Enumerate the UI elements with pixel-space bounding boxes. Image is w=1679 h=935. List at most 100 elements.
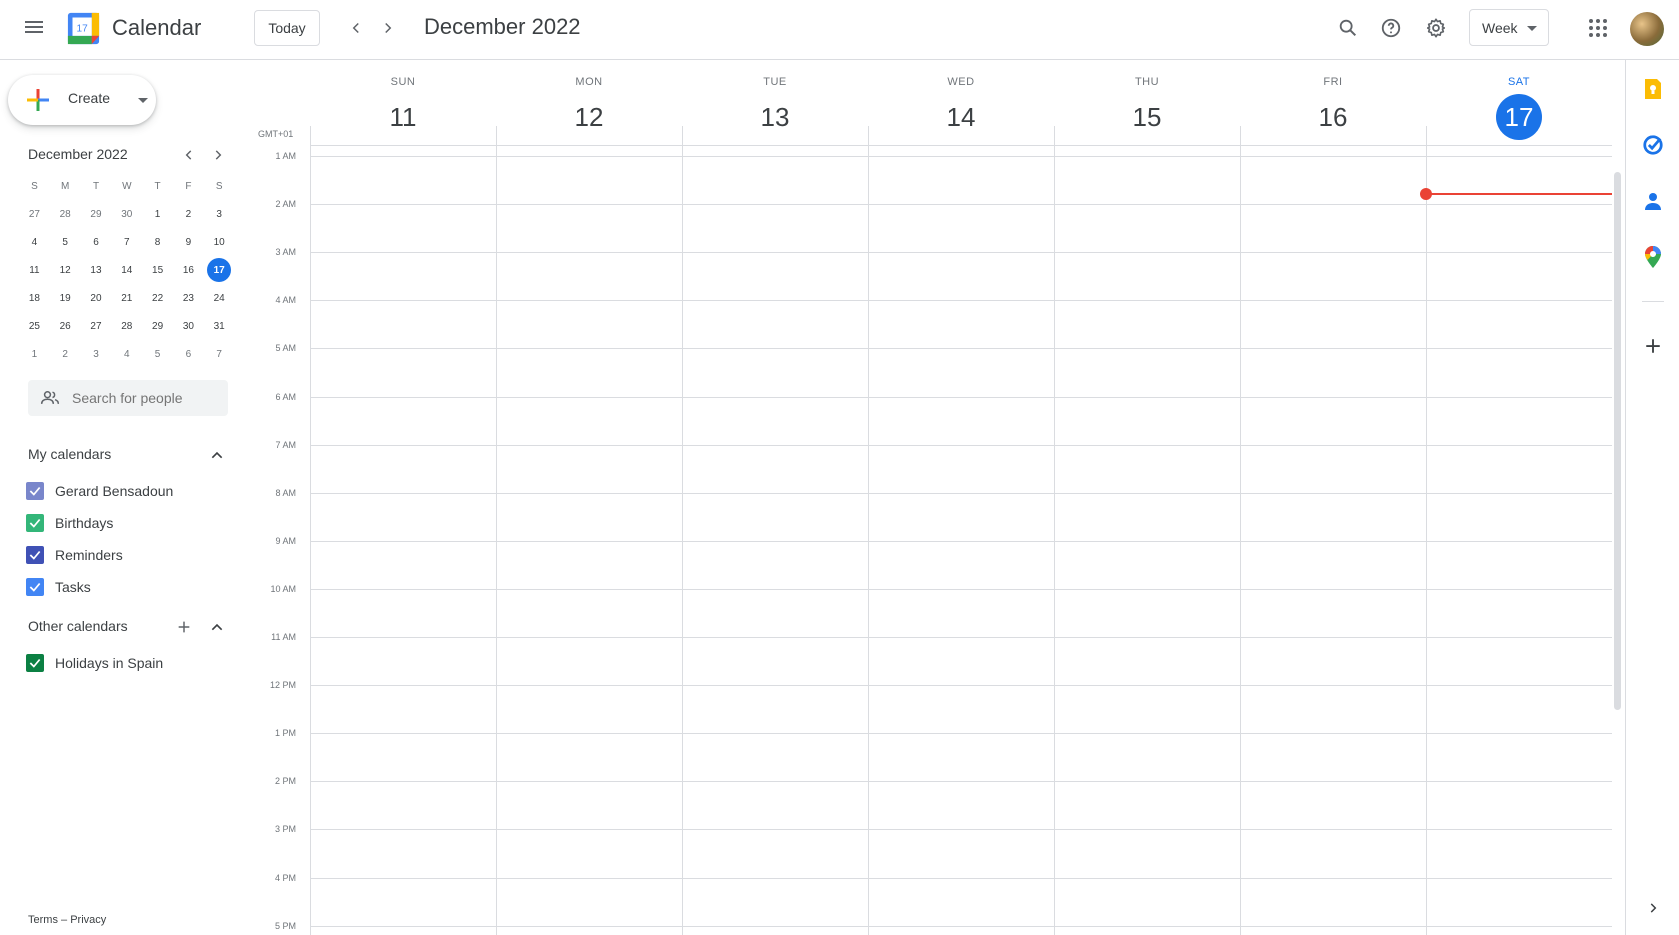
mini-day[interactable]: 24 [204,286,235,310]
day-header-thu[interactable]: THU 15 [1054,76,1240,140]
mini-day[interactable]: 12 [50,258,81,282]
mini-day[interactable]: 22 [142,286,173,310]
day-header-sat[interactable]: SAT 17 [1426,76,1612,140]
calendar-item-gerard[interactable]: Gerard Bensadoun [26,478,173,504]
mini-day[interactable]: 6 [173,342,204,366]
mini-day[interactable]: 23 [173,286,204,310]
keep-button[interactable] [1640,76,1666,102]
mini-day[interactable]: 16 [173,258,204,282]
mini-day[interactable]: 1 [19,342,50,366]
maps-button[interactable] [1640,244,1666,270]
mini-calendar-prev-button[interactable] [180,146,198,164]
mini-day[interactable]: 29 [81,202,112,226]
mini-day[interactable]: 10 [204,230,235,254]
mini-day[interactable]: 5 [142,342,173,366]
mini-day[interactable]: 3 [204,202,235,226]
mini-day[interactable]: 14 [111,258,142,282]
mini-calendar-next-button[interactable] [209,146,227,164]
day-header-fri[interactable]: FRI 16 [1240,76,1426,140]
mini-day[interactable]: 7 [111,230,142,254]
apps-button[interactable] [1583,13,1613,43]
add-other-calendar-button[interactable] [172,615,196,639]
calendar-logo-icon[interactable]: 17 [67,12,100,45]
mini-day[interactable]: 19 [50,286,81,310]
day-header-mon[interactable]: MON 12 [496,76,682,140]
search-button[interactable] [1333,13,1363,43]
mini-day[interactable]: 26 [50,314,81,338]
previous-week-button[interactable] [342,14,370,42]
settings-button[interactable] [1421,13,1451,43]
mini-day[interactable]: 8 [142,230,173,254]
checkmark-icon [29,518,41,528]
calendar-item-reminders[interactable]: Reminders [26,542,123,568]
help-icon [1381,18,1401,38]
account-avatar[interactable] [1630,12,1664,46]
mini-day[interactable]: 6 [81,230,112,254]
my-calendars-title[interactable]: My calendars [28,446,111,462]
day-number[interactable]: 13 [752,94,798,140]
hour-line [310,396,1612,398]
terms-link[interactable]: Terms [28,914,58,926]
mini-day[interactable]: 30 [111,202,142,226]
calendar-checkbox[interactable] [26,546,44,564]
get-addons-button[interactable] [1640,333,1666,359]
calendar-checkbox[interactable] [26,654,44,672]
mini-day[interactable]: 5 [50,230,81,254]
mini-day[interactable]: 30 [173,314,204,338]
mini-day[interactable]: 29 [142,314,173,338]
mini-day[interactable]: 7 [204,342,235,366]
mini-day[interactable]: 15 [142,258,173,282]
day-header-sun[interactable]: SUN 11 [310,76,496,140]
mini-day[interactable]: 28 [50,202,81,226]
calendar-item-holidays-spain[interactable]: Holidays in Spain [26,650,163,676]
other-calendars-collapse-button[interactable] [205,615,229,639]
calendar-checkbox[interactable] [26,578,44,596]
mini-day[interactable]: 21 [111,286,142,310]
other-calendars-title[interactable]: Other calendars [28,618,128,634]
day-number[interactable]: 17 [1496,94,1542,140]
expand-panel-button[interactable] [1640,895,1666,921]
mini-day-today[interactable]: 17 [204,258,235,282]
view-selector[interactable]: Week [1469,9,1549,46]
mini-day[interactable]: 4 [111,342,142,366]
main-menu-icon[interactable] [22,18,46,42]
day-number[interactable]: 12 [566,94,612,140]
search-people-box[interactable] [28,380,228,416]
mini-day[interactable]: 2 [50,342,81,366]
my-calendars-collapse-button[interactable] [205,443,229,467]
calendar-checkbox[interactable] [26,514,44,532]
day-number[interactable]: 11 [380,94,426,140]
search-people-input[interactable] [72,390,222,406]
day-number[interactable]: 14 [938,94,984,140]
mini-day[interactable]: 11 [19,258,50,282]
calendar-item-birthdays[interactable]: Birthdays [26,510,113,536]
mini-day[interactable]: 27 [81,314,112,338]
day-number[interactable]: 15 [1124,94,1170,140]
day-number[interactable]: 16 [1310,94,1356,140]
mini-day[interactable]: 28 [111,314,142,338]
mini-day[interactable]: 1 [142,202,173,226]
calendar-checkbox[interactable] [26,482,44,500]
next-week-button[interactable] [374,14,402,42]
mini-day[interactable]: 13 [81,258,112,282]
mini-day-today-label: 17 [207,258,232,282]
contacts-button[interactable] [1640,188,1666,214]
mini-day[interactable]: 31 [204,314,235,338]
mini-day[interactable]: 4 [19,230,50,254]
mini-day[interactable]: 25 [19,314,50,338]
today-button[interactable]: Today [254,10,320,46]
help-button[interactable] [1376,13,1406,43]
week-grid-scrollbar[interactable] [1614,172,1621,710]
mini-day[interactable]: 20 [81,286,112,310]
mini-day[interactable]: 9 [173,230,204,254]
create-button[interactable]: Create [8,75,156,125]
calendar-item-tasks[interactable]: Tasks [26,574,91,600]
day-header-wed[interactable]: WED 14 [868,76,1054,140]
tasks-button[interactable] [1640,132,1666,158]
mini-day[interactable]: 27 [19,202,50,226]
mini-day[interactable]: 2 [173,202,204,226]
privacy-link[interactable]: Privacy [70,914,106,926]
day-header-tue[interactable]: TUE 13 [682,76,868,140]
mini-day[interactable]: 18 [19,286,50,310]
mini-day[interactable]: 3 [81,342,112,366]
